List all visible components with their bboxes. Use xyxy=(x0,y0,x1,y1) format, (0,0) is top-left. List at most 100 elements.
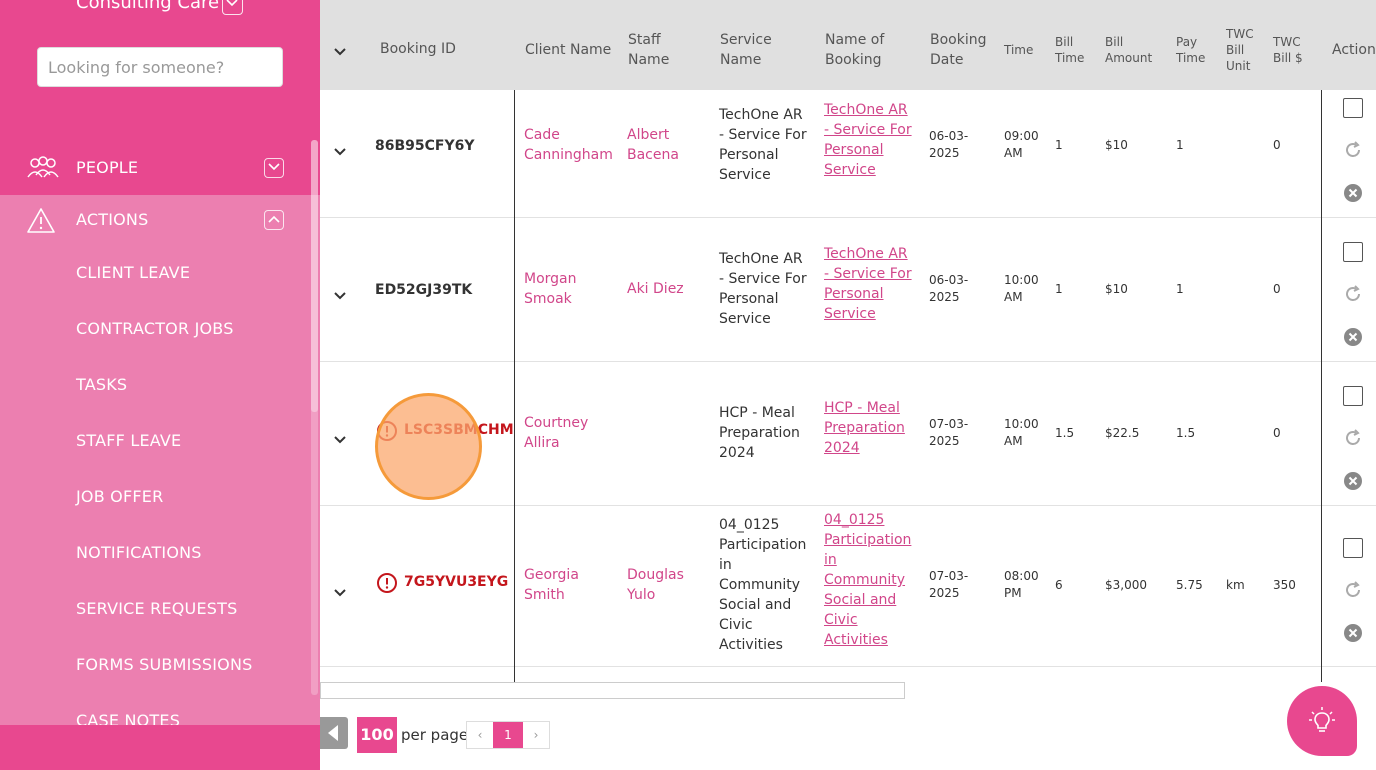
next-page-button[interactable]: › xyxy=(523,722,549,748)
sidebar-item-tasks[interactable]: TASKS xyxy=(76,375,127,394)
header-service-name[interactable]: Service Name xyxy=(720,30,780,70)
prev-page-button[interactable]: ‹ xyxy=(467,722,493,748)
refresh-icon[interactable] xyxy=(1343,284,1363,308)
booking-id-cell[interactable]: 86B95CFY6Y xyxy=(375,136,475,156)
row-select-checkbox[interactable] xyxy=(1343,98,1363,118)
pay-time-cell: 1.5 xyxy=(1176,426,1196,440)
booking-date-cell: 06-03-2025 xyxy=(929,129,969,160)
time-cell: 10:00 AM xyxy=(1004,417,1039,448)
cancel-icon[interactable] xyxy=(1343,471,1363,495)
header-twc-bill-dollar[interactable]: TWC Bill $ xyxy=(1273,34,1305,66)
header-twc-bill-unit[interactable]: TWC Bill Unit xyxy=(1226,26,1256,74)
cancel-icon[interactable] xyxy=(1343,623,1363,647)
lightbulb-icon xyxy=(1309,707,1335,732)
header-booking-id[interactable]: Booking ID xyxy=(380,39,456,59)
actions-collapse-toggle[interactable] xyxy=(264,210,284,230)
sidebar-item-notifications[interactable]: NOTIFICATIONS xyxy=(76,543,202,562)
sidebar-item-staff-leave[interactable]: STAFF LEAVE xyxy=(76,431,181,450)
header-bill-amount[interactable]: Bill Amount xyxy=(1105,34,1155,66)
people-expand-toggle[interactable] xyxy=(264,158,284,178)
booking-id-cell[interactable]: 7G5YVU3EYG xyxy=(404,572,508,592)
per-page-select[interactable]: 100 xyxy=(357,717,397,753)
header-booking-date[interactable]: Booking Date xyxy=(930,30,990,70)
table-row: 86B95CFY6Y Cade Canningham Albert Bacena… xyxy=(320,90,1376,218)
row-select-checkbox[interactable] xyxy=(1343,538,1363,558)
warning-circle-icon xyxy=(376,572,398,598)
page-button-current[interactable]: 1 xyxy=(493,722,523,748)
sidebar-item-service-requests[interactable]: SERVICE REQUESTS xyxy=(76,599,237,618)
sidebar-item-job-offer[interactable]: JOB OFFER xyxy=(76,487,163,506)
chevron-down-icon xyxy=(226,0,238,7)
header-bill-time[interactable]: Bill Time xyxy=(1055,34,1091,66)
sidebar-item-actions[interactable]: ACTIONS xyxy=(0,194,320,246)
staff-name-cell[interactable]: Albert Bacena xyxy=(627,125,707,165)
horizontal-scrollbar[interactable] xyxy=(320,682,905,699)
twc-bill-dollar-cell: 0 xyxy=(1273,426,1281,440)
booking-name-link[interactable]: HCP - Meal Preparation 2024 xyxy=(824,398,914,458)
sidebar-item-forms-submissions[interactable]: FORMS SUBMISSIONS xyxy=(76,655,252,674)
bookings-table: Booking ID Client Name Staff Name Servic… xyxy=(320,0,1376,682)
staff-name-cell[interactable]: Douglas Yulo xyxy=(627,565,707,605)
booking-name-link[interactable]: TechOne AR - Service For Personal Servic… xyxy=(824,244,914,324)
staff-name-cell[interactable]: Aki Diez xyxy=(627,279,707,299)
chevron-down-icon xyxy=(268,163,280,171)
table-row: ED52GJ39TK Morgan Smoak Aki Diez TechOne… xyxy=(320,218,1376,362)
header-name-of-booking[interactable]: Name of Booking xyxy=(825,30,905,70)
collapse-sidebar-button[interactable] xyxy=(320,717,348,749)
service-name-cell: TechOne AR - Service For Personal Servic… xyxy=(719,107,807,183)
actions-column-divider xyxy=(1321,90,1322,682)
cancel-icon[interactable] xyxy=(1343,183,1363,207)
client-name-cell[interactable]: Georgia Smith xyxy=(524,565,614,605)
org-dropdown-toggle[interactable] xyxy=(222,0,243,15)
twc-bill-dollar-cell: 0 xyxy=(1273,282,1281,296)
time-cell: 10:00 AM xyxy=(1004,273,1039,304)
sidebar-footer xyxy=(0,725,320,770)
expand-all-chevron-icon[interactable] xyxy=(334,41,346,60)
client-name-cell[interactable]: Morgan Smoak xyxy=(524,269,614,309)
row-expand-chevron-icon[interactable] xyxy=(334,285,346,304)
header-pay-time[interactable]: Pay Time xyxy=(1176,34,1212,66)
row-select-checkbox[interactable] xyxy=(1343,242,1363,262)
client-name-cell[interactable]: Cade Canningham xyxy=(524,125,614,165)
header-client-name[interactable]: Client Name xyxy=(525,40,611,60)
sidebar-item-people[interactable]: PEOPLE xyxy=(0,142,320,194)
row-select-checkbox[interactable] xyxy=(1343,386,1363,406)
per-page-label: per page xyxy=(401,726,469,744)
service-name-cell: HCP - Meal Preparation 2024 xyxy=(719,405,800,461)
bill-time-cell: 1 xyxy=(1055,138,1063,152)
search-input[interactable] xyxy=(37,47,283,87)
bill-time-cell: 1.5 xyxy=(1055,426,1075,440)
booking-date-cell: 07-03-2025 xyxy=(929,417,969,448)
service-name-cell: 04_0125 Participation in Community Socia… xyxy=(719,517,807,653)
booking-id-cell[interactable]: ED52GJ39TK xyxy=(375,280,472,300)
sidebar-scrollbar-thumb[interactable] xyxy=(311,140,318,412)
people-icon xyxy=(26,155,60,185)
caret-left-icon xyxy=(328,725,338,741)
booking-date-cell: 06-03-2025 xyxy=(929,273,969,304)
sidebar-item-contractor-jobs[interactable]: CONTRACTOR JOBS xyxy=(76,319,234,338)
booking-name-link[interactable]: 04_0125 Participation in Community Socia… xyxy=(824,510,914,650)
click-indicator xyxy=(375,393,482,500)
row-expand-chevron-icon[interactable] xyxy=(334,141,346,160)
cancel-icon[interactable] xyxy=(1343,327,1363,351)
twc-bill-dollar-cell: 0 xyxy=(1273,138,1281,152)
tips-button[interactable] xyxy=(1287,686,1357,756)
refresh-icon[interactable] xyxy=(1343,428,1363,452)
sidebar-item-people-label: PEOPLE xyxy=(76,158,139,177)
row-expand-chevron-icon[interactable] xyxy=(334,582,346,601)
twc-bill-dollar-cell: 350 xyxy=(1273,578,1296,592)
booking-date-cell: 07-03-2025 xyxy=(929,569,969,600)
row-expand-chevron-icon[interactable] xyxy=(334,429,346,448)
time-cell: 08:00 PM xyxy=(1004,569,1039,600)
header-time[interactable]: Time xyxy=(1004,42,1033,58)
header-staff-name[interactable]: Staff Name xyxy=(628,30,688,70)
sidebar: Consulting Care PEOPLE xyxy=(0,0,320,770)
refresh-icon[interactable] xyxy=(1343,580,1363,604)
sidebar-item-client-leave[interactable]: CLIENT LEAVE xyxy=(76,263,190,282)
client-name-cell[interactable]: Courtney Allira xyxy=(524,413,614,453)
organization-name[interactable]: Consulting Care xyxy=(76,0,219,13)
booking-name-link[interactable]: TechOne AR - Service For Personal Servic… xyxy=(824,100,914,180)
bill-time-cell: 6 xyxy=(1055,578,1063,592)
refresh-icon[interactable] xyxy=(1343,140,1363,164)
pagination: ‹ 1 › xyxy=(466,721,550,749)
